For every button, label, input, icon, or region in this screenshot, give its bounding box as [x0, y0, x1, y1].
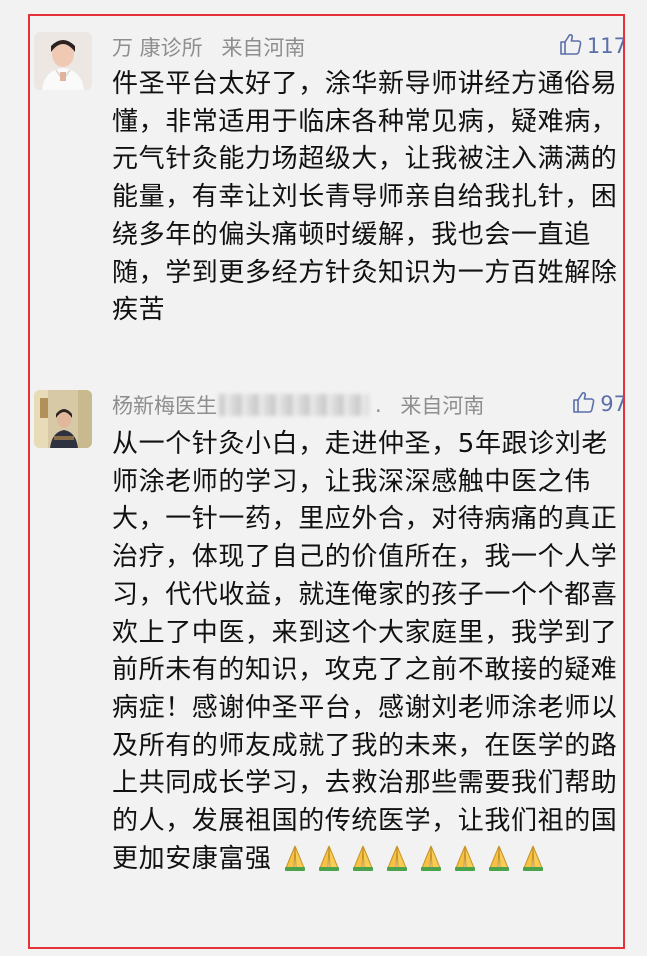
comments-screenshot-frame: 万 康诊所 来自河南 117 件圣平台太好了，涂华新导师讲经方通俗易懂，非常适用…	[28, 14, 625, 949]
folded-hands-emoji-icon	[421, 845, 442, 871]
avatar[interactable]	[34, 390, 92, 448]
folded-hands-emoji-icon	[353, 845, 374, 871]
author-name[interactable]: 杨新梅医生	[112, 394, 217, 418]
comment-header: 杨新梅医生. 来自河南 97	[112, 390, 623, 422]
separator-dot: .	[375, 393, 382, 417]
location-label: 来自河南	[221, 36, 306, 60]
thumbs-up-icon	[573, 391, 595, 413]
blurred-redaction	[219, 394, 369, 416]
folded-hands-emoji-icon	[455, 845, 476, 871]
comment-text: 从一个针灸小白，走进仲圣，5年跟诊刘老师涂老师的学习，让我深深感触中医之伟大，一…	[112, 426, 623, 878]
folded-hands-emoji-icon	[319, 845, 340, 871]
comment-text-content: 从一个针灸小白，走进仲圣，5年跟诊刘老师涂老师的学习，让我深深感触中医之伟大，一…	[112, 429, 618, 874]
avatar[interactable]	[34, 32, 92, 90]
folded-hands-emoji-icon	[387, 845, 408, 871]
comment-text: 件圣平台太好了，涂华新导师讲经方通俗易懂，非常适用于临床各种常见病，疑难病，元气…	[112, 69, 618, 326]
folded-hands-emoji-icon	[523, 845, 544, 871]
comment-header: 万 康诊所 来自河南 117	[112, 32, 623, 64]
author-name[interactable]: 万 康诊所	[112, 36, 203, 60]
location-label: 来自河南	[400, 394, 485, 418]
thumbs-up-icon	[560, 33, 582, 55]
like-button[interactable]: 97	[572, 390, 625, 416]
folded-hands-emoji-icon	[285, 845, 306, 871]
like-count: 97	[600, 392, 625, 416]
folded-hands-emoji-icon	[489, 845, 510, 871]
like-count: 117	[586, 34, 625, 58]
pray-emoji-row	[280, 844, 552, 874]
like-button[interactable]: 117	[559, 32, 625, 58]
